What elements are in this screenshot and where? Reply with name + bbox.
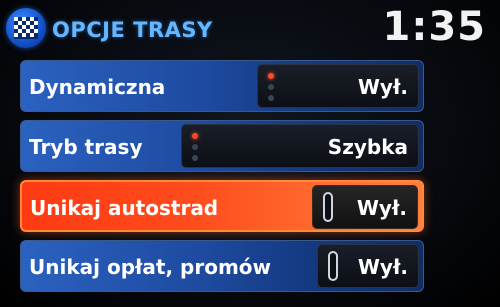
list-indicator (192, 133, 200, 163)
list-indicator (268, 73, 276, 103)
indicator-dot (268, 84, 274, 90)
option-row-unikaj-oplat-promow[interactable]: Unikaj opłat, promów Wył. (20, 240, 424, 292)
indicator-dot-active (192, 133, 198, 139)
option-label: Tryb trasy (29, 135, 143, 159)
option-value: Szybka (327, 135, 408, 159)
toggle-switch[interactable] (323, 192, 333, 222)
checkered-flag-icon[interactable] (6, 8, 46, 48)
toggle-switch[interactable] (328, 251, 338, 281)
indicator-dot (192, 144, 198, 150)
option-value: Wył. (357, 75, 408, 99)
option-value-panel[interactable]: Wył. (317, 244, 419, 288)
option-label: Unikaj opłat, promów (29, 255, 272, 279)
option-row-unikaj-autostrad[interactable]: Unikaj autostrad Wył. (20, 180, 424, 232)
option-label: Unikaj autostrad (30, 196, 219, 220)
option-value: Wył. (356, 196, 407, 220)
option-label: Dynamiczna (29, 75, 166, 99)
indicator-dot-active (268, 73, 274, 79)
indicator-dot (268, 95, 274, 101)
option-row-dynamiczna[interactable]: Dynamiczna Wył. (20, 60, 424, 112)
option-value-panel[interactable]: Szybka (181, 124, 419, 168)
option-value-panel[interactable]: Wył. (312, 185, 418, 229)
option-value: Wył. (357, 255, 408, 279)
page-title: OPCJE TRASY (52, 18, 213, 42)
route-options-screen: OPCJE TRASY 1:35 Dynamiczna Wył. Tryb tr… (0, 0, 500, 307)
option-value-panel[interactable]: Wył. (257, 64, 419, 108)
indicator-dot (192, 155, 198, 161)
clock: 1:35 (382, 4, 486, 50)
option-row-tryb-trasy[interactable]: Tryb trasy Szybka (20, 120, 424, 172)
header: OPCJE TRASY 1:35 (0, 0, 500, 54)
